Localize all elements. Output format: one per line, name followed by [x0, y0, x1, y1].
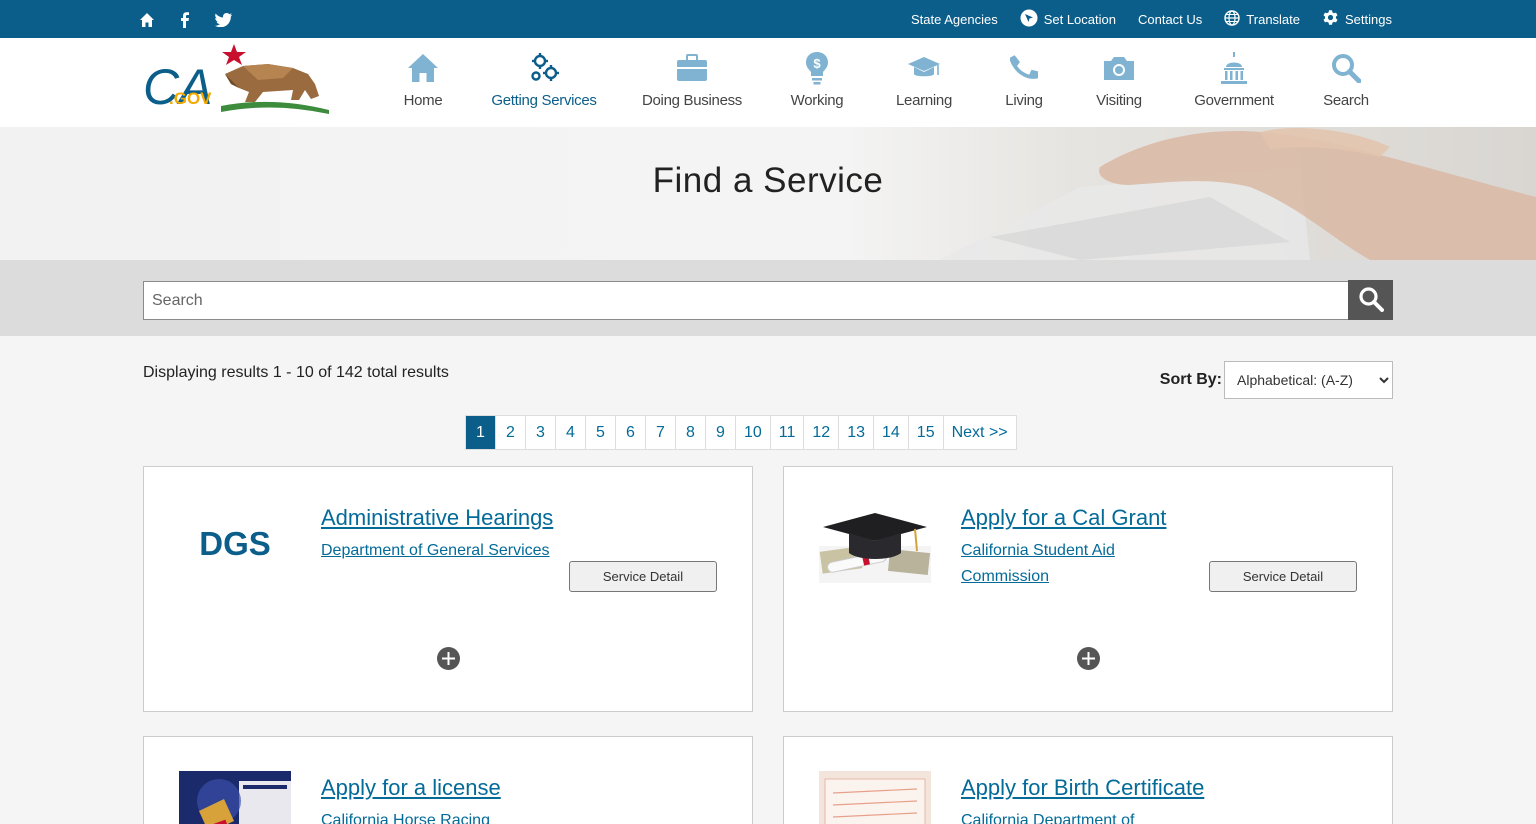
page-15[interactable]: 15 [909, 416, 944, 449]
service-card: Apply for a license California Horse Rac… [143, 736, 753, 824]
nav-government[interactable]: Government [1168, 38, 1300, 127]
set-location-link[interactable]: Set Location [1020, 9, 1116, 30]
facebook-icon[interactable] [175, 10, 195, 30]
camera-icon [1101, 50, 1137, 86]
site-header: CA .GOV Home Getting Services Doing Busi… [0, 38, 1536, 127]
department-link[interactable]: Department of General Services [321, 538, 551, 564]
phone-icon [1006, 50, 1042, 86]
page-13[interactable]: 13 [839, 416, 874, 449]
graduation-cap-icon [906, 50, 942, 86]
globe-icon [1224, 9, 1240, 29]
dgs-logo: DGS [179, 501, 291, 583]
page-5[interactable]: 5 [586, 416, 616, 449]
svg-text:$: $ [813, 56, 821, 71]
translate-link[interactable]: Translate [1224, 9, 1300, 29]
svg-text:.GOV: .GOV [169, 89, 212, 108]
search-band [0, 260, 1536, 336]
nav-getting-services[interactable]: Getting Services [468, 38, 620, 127]
service-detail-button[interactable]: Service Detail [569, 561, 717, 592]
department-link[interactable]: California Horse Racing [321, 808, 551, 824]
service-title-link[interactable]: Apply for a license [321, 775, 501, 801]
search-button[interactable] [1348, 280, 1393, 320]
service-detail-button[interactable]: Service Detail [1209, 561, 1357, 592]
page-10[interactable]: 10 [736, 416, 771, 449]
utility-bar: State Agencies Set Location Contact Us T… [0, 0, 1536, 38]
expand-plus-icon[interactable] [1077, 647, 1100, 670]
lightbulb-icon: $ [799, 50, 835, 86]
location-icon [1020, 9, 1038, 30]
page-7[interactable]: 7 [646, 416, 676, 449]
search-input[interactable] [143, 281, 1349, 320]
ca-gov-logo[interactable]: CA .GOV [143, 44, 333, 115]
page-11[interactable]: 11 [771, 416, 805, 449]
page-title: Find a Service [652, 161, 884, 200]
next-page-link[interactable]: Next >> [944, 416, 1016, 449]
horse-racing-image [179, 771, 291, 824]
nav-learning[interactable]: Learning [870, 38, 978, 127]
nav-doing-business[interactable]: Doing Business [620, 38, 764, 127]
expand-plus-icon[interactable] [437, 647, 460, 670]
dgs-logo-text: DGS [199, 525, 271, 562]
graduation-money-image [819, 501, 931, 583]
nav-visiting[interactable]: Visiting [1070, 38, 1168, 127]
gears-icon [526, 50, 562, 86]
service-title-link[interactable]: Apply for Birth Certificate [961, 775, 1204, 801]
page-1[interactable]: 1 [466, 416, 496, 449]
hero-banner: Find a Service [0, 127, 1536, 260]
sort-control: Sort By: Alphabetical: (A-Z) [1160, 361, 1393, 399]
home-icon[interactable] [137, 10, 157, 30]
page-12[interactable]: 12 [804, 416, 840, 449]
pagination: 1 2 3 4 5 6 7 8 9 10 11 12 13 14 15 Next… [465, 415, 1017, 450]
page-6[interactable]: 6 [616, 416, 646, 449]
twitter-icon[interactable] [213, 10, 233, 30]
settings-link[interactable]: Settings [1322, 9, 1392, 29]
page-9[interactable]: 9 [706, 416, 736, 449]
nav-home[interactable]: Home [378, 38, 468, 127]
page-2[interactable]: 2 [496, 416, 526, 449]
house-icon [405, 50, 441, 86]
search-icon [1358, 286, 1384, 315]
department-link[interactable]: California Student Aid Commission [961, 538, 1191, 590]
results-summary: Displaying results 1 - 10 of 142 total r… [143, 364, 449, 381]
page-4[interactable]: 4 [556, 416, 586, 449]
nav-working[interactable]: $ Working [764, 38, 870, 127]
magnifier-icon [1328, 50, 1364, 86]
sort-label: Sort By: [1159, 371, 1222, 388]
birth-certificate-image [819, 771, 931, 824]
main-nav: Home Getting Services Doing Business $ W… [378, 38, 1392, 127]
state-agencies-link[interactable]: State Agencies [911, 12, 998, 27]
sort-select[interactable]: Alphabetical: (A-Z) [1224, 361, 1393, 399]
service-card: DGS Administrative Hearings Department o… [143, 466, 753, 712]
service-card: Apply for a Cal Grant California Student… [783, 466, 1393, 712]
department-link[interactable]: California Department of [961, 808, 1191, 824]
service-title-link[interactable]: Apply for a Cal Grant [961, 505, 1166, 531]
service-title-link[interactable]: Administrative Hearings [321, 505, 553, 531]
contact-us-link[interactable]: Contact Us [1138, 12, 1202, 27]
nav-living[interactable]: Living [978, 38, 1070, 127]
gear-icon [1322, 9, 1339, 29]
briefcase-icon [674, 50, 710, 86]
page-3[interactable]: 3 [526, 416, 556, 449]
capitol-icon [1216, 50, 1252, 86]
page-14[interactable]: 14 [874, 416, 909, 449]
nav-search[interactable]: Search [1300, 38, 1392, 127]
service-card: Apply for Birth Certificate California D… [783, 736, 1393, 824]
page-8[interactable]: 8 [676, 416, 706, 449]
